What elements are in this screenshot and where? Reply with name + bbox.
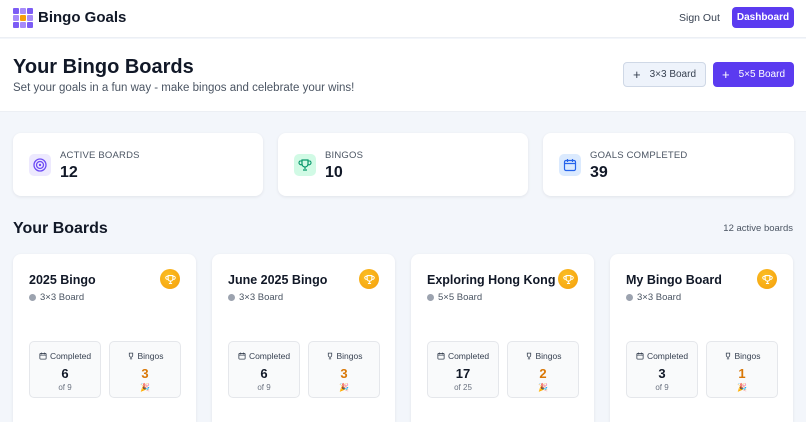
stat-value: 10 (325, 164, 343, 181)
target-icon (29, 154, 51, 176)
stat-card-bingos: BINGOS 10 (278, 133, 528, 196)
trophy-icon (160, 269, 180, 289)
stat-card-active-boards: ACTIVE BOARDS 12 (13, 133, 263, 196)
bingos-value: 1 (738, 366, 746, 381)
bingos-label: Bingos (535, 351, 562, 361)
dot-icon (626, 294, 633, 301)
trophy-icon (294, 154, 316, 176)
top-nav: Bingo Goals Sign Out Dashboard (0, 0, 806, 38)
calendar-icon (39, 352, 47, 360)
board-title: 2025 Bingo (29, 273, 96, 287)
plus-icon: + (632, 67, 641, 82)
board-size-label: 3×3 Board (40, 292, 85, 303)
bingos-stat: Bingos 3 🎉 (109, 341, 181, 398)
board-size-label: 5×5 Board (438, 292, 483, 303)
calendar-icon (559, 154, 581, 176)
stat-value: 12 (60, 164, 78, 181)
completed-label: Completed (248, 351, 291, 361)
bingos-value: 3 (141, 366, 149, 381)
bingos-stat: Bingos 1 🎉 (706, 341, 778, 398)
party-icon: 🎉 (140, 383, 150, 392)
trophy-icon (359, 269, 379, 289)
bingos-label: Bingos (137, 351, 164, 361)
party-icon: 🎉 (339, 383, 349, 392)
board-size: 3×3 Board (626, 292, 681, 303)
completed-value: 6 (260, 366, 268, 381)
party-icon: 🎉 (737, 383, 747, 392)
trophy-icon (725, 352, 730, 360)
sign-out-link[interactable]: Sign Out (679, 12, 720, 25)
new-3x3-board-label: 3×3 Board (649, 69, 697, 80)
bingos-value: 2 (539, 366, 547, 381)
board-size: 5×5 Board (427, 292, 482, 303)
board-card[interactable]: My Bingo Board 3×3 Board Completed 3 of … (610, 254, 793, 422)
dot-icon (228, 294, 235, 301)
calendar-icon (437, 352, 445, 360)
trophy-icon (327, 352, 332, 360)
board-card[interactable]: Exploring Hong Kong 5×5 Board Completed … (411, 254, 594, 422)
board-size-label: 3×3 Board (239, 292, 284, 303)
completed-value: 6 (61, 366, 69, 381)
page-header: Your Bingo Boards Set your goals in a fu… (0, 39, 806, 112)
completed-total: of 9 (257, 383, 271, 392)
trophy-icon (558, 269, 578, 289)
stat-label: GOALS COMPLETED (590, 150, 688, 161)
dot-icon (427, 294, 434, 301)
app-title[interactable]: Bingo Goals (38, 9, 126, 27)
completed-stat: Completed 3 of 9 (626, 341, 698, 398)
page-subtitle: Set your goals in a fun way - make bingo… (13, 82, 355, 94)
completed-label: Completed (646, 351, 689, 361)
completed-stat: Completed 6 of 9 (228, 341, 300, 398)
trophy-icon (526, 352, 531, 360)
bingos-label: Bingos (336, 351, 363, 361)
trophy-icon (128, 352, 133, 360)
party-icon: 🎉 (538, 383, 548, 392)
completed-total: of 9 (655, 383, 669, 392)
board-size-label: 3×3 Board (637, 292, 682, 303)
plus-icon: + (721, 67, 730, 82)
board-size: 3×3 Board (228, 292, 283, 303)
dot-icon (29, 294, 36, 301)
completed-total: of 25 (454, 383, 472, 392)
active-boards-count: 12 active boards (723, 223, 793, 234)
bingos-stat: Bingos 3 🎉 (308, 341, 380, 398)
new-5x5-board-button[interactable]: + 5×5 Board (713, 62, 794, 87)
completed-value: 3 (658, 366, 666, 381)
stat-value: 39 (590, 164, 608, 181)
stat-label: ACTIVE BOARDS (60, 150, 140, 161)
board-size: 3×3 Board (29, 292, 84, 303)
section-title: Your Boards (13, 220, 108, 237)
page-title: Your Bingo Boards (13, 56, 194, 78)
board-title: Exploring Hong Kong (427, 273, 556, 287)
bingos-stat: Bingos 2 🎉 (507, 341, 579, 398)
calendar-icon (238, 352, 246, 360)
new-3x3-board-button[interactable]: + 3×3 Board (623, 62, 706, 87)
completed-stat: Completed 17 of 25 (427, 341, 499, 398)
board-title: My Bingo Board (626, 273, 722, 287)
stat-card-goals-completed: GOALS COMPLETED 39 (543, 133, 794, 196)
calendar-icon (636, 352, 644, 360)
completed-stat: Completed 6 of 9 (29, 341, 101, 398)
new-5x5-board-label: 5×5 Board (738, 69, 786, 80)
board-title: June 2025 Bingo (228, 273, 328, 287)
completed-total: of 9 (58, 383, 72, 392)
completed-value: 17 (455, 366, 471, 381)
completed-label: Completed (447, 351, 490, 361)
board-card[interactable]: 2025 Bingo 3×3 Board Completed 6 of 9 Bi… (13, 254, 196, 422)
bingos-value: 3 (340, 366, 348, 381)
trophy-icon (757, 269, 777, 289)
completed-label: Completed (49, 351, 92, 361)
logo-grid-icon (13, 8, 33, 28)
stat-label: BINGOS (325, 150, 364, 161)
board-card[interactable]: June 2025 Bingo 3×3 Board Completed 6 of… (212, 254, 395, 422)
dashboard-button[interactable]: Dashboard (732, 7, 794, 28)
bingos-label: Bingos (734, 351, 761, 361)
